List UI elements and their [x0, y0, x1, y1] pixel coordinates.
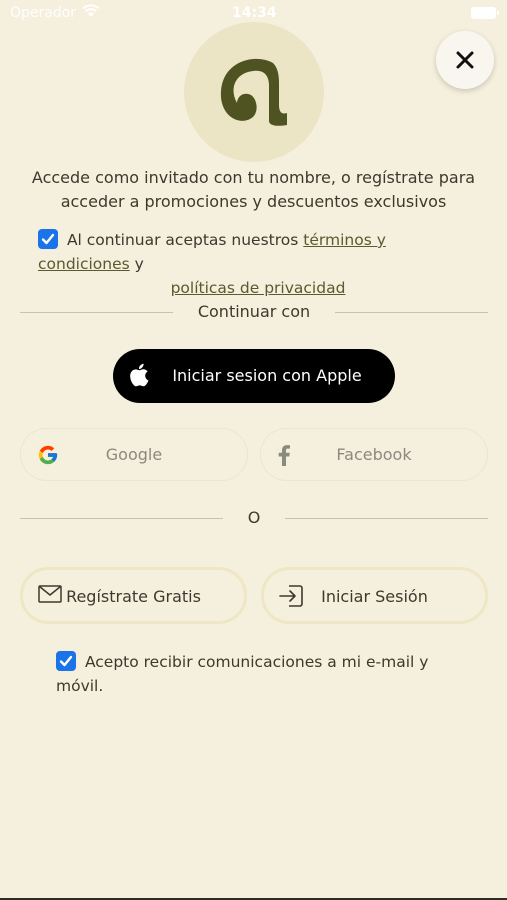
or-label: O	[247, 508, 261, 527]
continue-with-divider: Continuar con	[20, 302, 488, 322]
google-button[interactable]: Google	[20, 428, 248, 481]
carrier-label: Operador	[10, 5, 77, 21]
battery-icon	[471, 7, 499, 19]
close-button[interactable]	[436, 31, 494, 89]
divider-line-left	[20, 518, 223, 519]
terms-connector: y	[134, 255, 144, 273]
brand-logo-g-icon	[220, 58, 287, 126]
terms-consent: Al continuar aceptas nuestros términos y…	[38, 228, 478, 300]
continue-with-label: Continuar con	[197, 302, 311, 321]
terms-prefix: Al continuar aceptas nuestros	[66, 231, 299, 249]
login-label: Iniciar Sesión	[321, 587, 428, 606]
login-button[interactable]: Iniciar Sesión	[261, 567, 488, 624]
intro-text: Accede como invitado con tu nombre, o re…	[31, 168, 476, 211]
google-label: Google	[105, 445, 163, 464]
register-button[interactable]: Regístrate Gratis	[20, 567, 247, 624]
facebook-button[interactable]: Facebook	[260, 428, 488, 481]
terms-checkbox[interactable]	[38, 229, 58, 249]
marketing-consent-label: Acepto recibir comunicaciones a mi e-mai…	[56, 653, 429, 695]
privacy-link[interactable]: políticas de privacidad	[171, 279, 346, 297]
divider-line-right	[335, 312, 488, 313]
marketing-consent: Acepto recibir comunicaciones a mi e-mai…	[56, 650, 476, 698]
wifi-icon	[82, 4, 100, 22]
facebook-label: Facebook	[336, 445, 412, 464]
clock: 14:34	[232, 5, 277, 21]
apple-signin-button[interactable]: Iniciar sesion con Apple	[113, 349, 395, 403]
divider-line-right	[285, 518, 488, 519]
brand-logo	[184, 22, 324, 162]
or-divider: O	[20, 508, 488, 528]
divider-line-left	[20, 312, 173, 313]
apple-signin-label: Iniciar sesion con Apple	[172, 366, 362, 385]
marketing-checkbox[interactable]	[56, 651, 76, 671]
close-icon	[456, 51, 474, 69]
register-label: Regístrate Gratis	[66, 587, 201, 606]
